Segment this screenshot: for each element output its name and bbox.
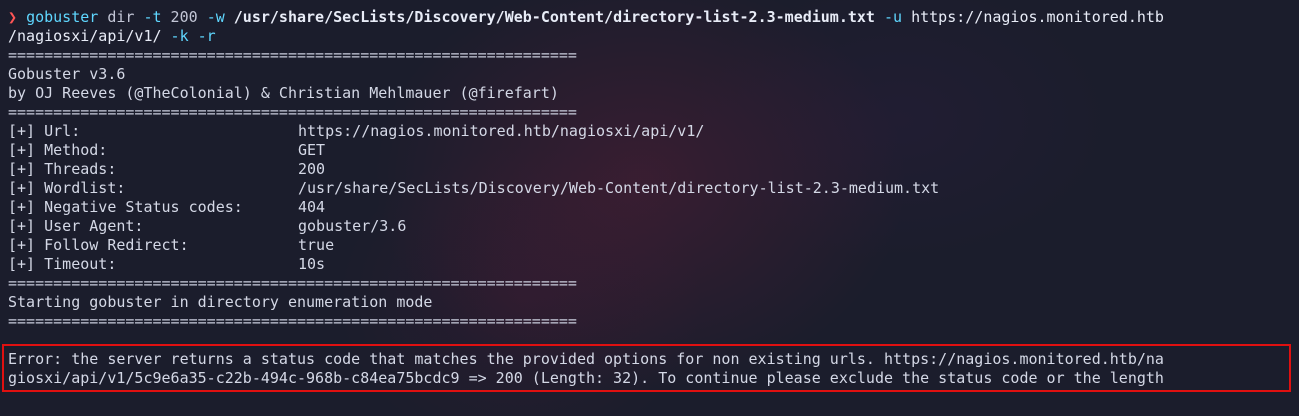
config-row-timeout: [+] Timeout: 10s — [8, 255, 1291, 274]
config-row-follow-redirect: [+] Follow Redirect: true — [8, 236, 1291, 255]
config-row-user-agent: [+] User Agent: gobuster/3.6 — [8, 217, 1291, 236]
command-line: ❯ gobuster dir -t 200 -w /usr/share/SecL… — [8, 8, 1291, 27]
status-message: Starting gobuster in directory enumerati… — [8, 293, 433, 311]
terminal-window[interactable]: ❯ gobuster dir -t 200 -w /usr/share/SecL… — [0, 0, 1299, 416]
command-url-part1: https://nagios.monitored.htb — [902, 8, 1164, 26]
terminal-output: ❯ gobuster dir -t 200 -w /usr/share/SecL… — [8, 8, 1291, 331]
error-line-2: giosxi/api/v1/5c9e6a35-c22b-494c-968b-c8… — [8, 369, 1164, 387]
config-key: [+] Method: — [8, 141, 108, 159]
command-program: gobuster — [26, 8, 99, 26]
config-value: 404 — [298, 198, 326, 216]
command-subcommand: dir — [98, 8, 144, 26]
config-value: gobuster/3.6 — [298, 217, 407, 235]
config-key: [+] Negative Status codes: — [8, 198, 243, 216]
banner-title: Gobuster v3.6 — [8, 65, 126, 83]
prompt-arrow-icon: ❯ — [8, 8, 18, 26]
config-value: https://nagios.monitored.htb/nagiosxi/ap… — [298, 122, 705, 140]
command-url-part2: /nagiosxi/api/v1/ — [8, 27, 162, 45]
error-line-1: Error: the server returns a status code … — [8, 350, 1164, 368]
command-flag-r: -r — [188, 27, 216, 45]
config-value: 200 — [298, 160, 326, 178]
config-value: /usr/share/SecLists/Discovery/Web-Conten… — [298, 179, 940, 197]
separator-line: ========================================… — [8, 312, 577, 330]
error-message: Error: the server returns a status code … — [8, 350, 1293, 388]
separator-line: ========================================… — [8, 46, 577, 64]
config-value: GET — [298, 141, 326, 159]
command-line-wrap: /nagiosxi/api/v1/ -k -r — [8, 27, 1291, 46]
config-row-method: [+] Method: GET — [8, 141, 1291, 160]
config-key: [+] Threads: — [8, 160, 117, 178]
config-row-url: [+] Url: https://nagios.monitored.htb/nag… — [8, 122, 1291, 141]
config-row-threads: [+] Threads: 200 — [8, 160, 1291, 179]
banner-authors: by OJ Reeves (@TheColonial) & Christian … — [8, 84, 559, 102]
config-key: [+] Timeout: — [8, 255, 117, 273]
command-flag-u: -u — [874, 8, 903, 26]
separator-line: ========================================… — [8, 274, 577, 292]
command-flag-t: -t — [143, 8, 162, 26]
separator-line: ========================================… — [8, 103, 577, 121]
config-key: [+] Follow Redirect: — [8, 236, 189, 254]
config-row-wordlist: [+] Wordlist: /usr/share/SecLists/Discove… — [8, 179, 1291, 198]
command-wordlist: /usr/share/SecLists/Discovery/Web-Conten… — [224, 8, 875, 26]
config-key: [+] Url: — [8, 122, 81, 140]
config-row-negative-status: [+] Negative Status codes: 404 — [8, 198, 1291, 217]
config-key: [+] User Agent: — [8, 217, 144, 235]
command-flag-w: -w — [206, 8, 225, 26]
command-flag-k: -k — [161, 27, 189, 45]
config-value: true — [298, 236, 335, 254]
config-key: [+] Wordlist: — [8, 179, 126, 197]
command-threads: 200 — [161, 8, 207, 26]
config-value: 10s — [298, 255, 326, 273]
